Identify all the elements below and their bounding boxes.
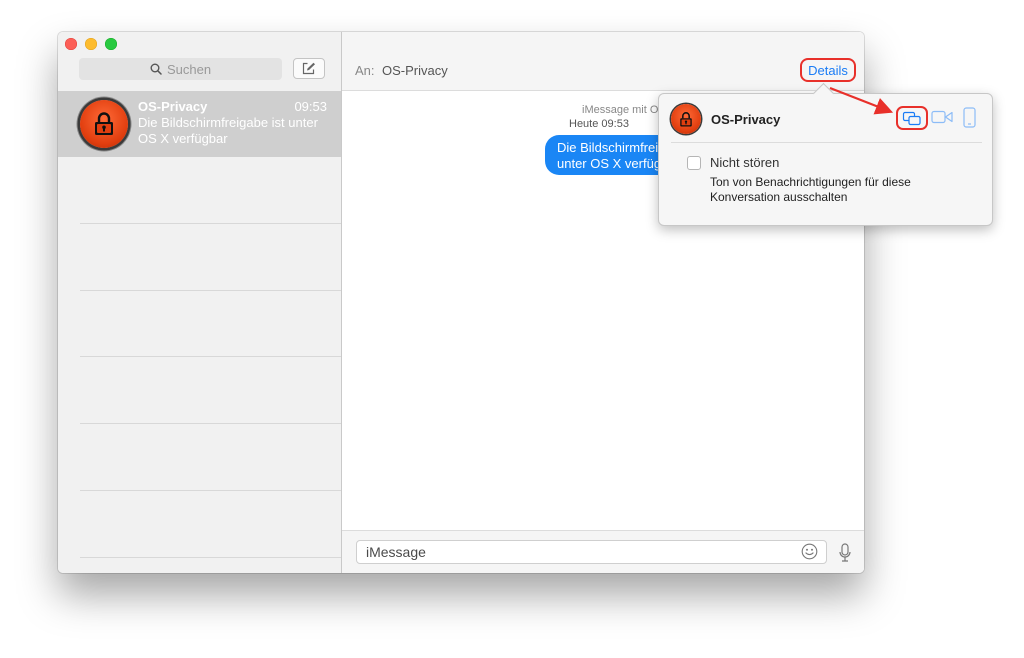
search-icon (150, 63, 162, 75)
to-label: An: (355, 63, 375, 78)
do-not-disturb-checkbox[interactable] (687, 156, 701, 170)
window-controls (65, 38, 117, 50)
message-input-placeholder: iMessage (366, 544, 426, 560)
conversation-name: OS-Privacy (138, 99, 208, 114)
compose-icon (302, 62, 315, 75)
conversation-item[interactable]: OS-Privacy 09:53 Die Bildschirmfreigabe … (58, 91, 341, 157)
emoji-icon[interactable] (801, 543, 818, 560)
list-separator (80, 290, 341, 291)
message-input[interactable]: iMessage (356, 540, 827, 564)
recipient-field[interactable]: OS-Privacy (382, 63, 448, 78)
conversation-header: An: OS-Privacy Details (342, 32, 864, 91)
popover-separator (671, 142, 982, 143)
conversation-preview: Die Bildschirmfreigabe ist unter OS X ve… (138, 115, 318, 146)
search-placeholder: Suchen (166, 61, 212, 77)
compose-bar: iMessage (342, 530, 864, 573)
list-separator (80, 223, 341, 224)
sidebar: Suchen OS-Privacy 09:53 Die Bildschirmfr… (58, 32, 342, 573)
zoom-window-button[interactable] (105, 38, 117, 50)
popover-contact-name: OS-Privacy (711, 112, 781, 127)
do-not-disturb-description: Ton von Benachrichtigungen für diese Kon… (710, 175, 911, 204)
contact-avatar (80, 100, 128, 148)
conversation-time: 09:53 (294, 99, 327, 114)
microphone-icon[interactable] (839, 543, 851, 563)
phone-icon[interactable] (963, 107, 976, 128)
details-button[interactable]: Details (800, 58, 856, 82)
lock-icon (680, 111, 692, 126)
list-separator (80, 356, 341, 357)
list-separator (80, 557, 341, 558)
search-field[interactable]: Suchen (79, 58, 282, 80)
screen-share-icon (902, 111, 921, 125)
do-not-disturb-label: Nicht stören (710, 155, 780, 170)
popover-avatar (671, 104, 701, 134)
close-window-button[interactable] (65, 38, 77, 50)
list-separator (80, 423, 341, 424)
message-timestamp: Heute 09:53 (569, 118, 629, 130)
lock-icon (95, 112, 113, 135)
details-popover: OS-Privacy Nicht stören Ton von Benachri… (658, 82, 993, 226)
video-camera-icon[interactable] (931, 110, 953, 124)
list-separator (80, 490, 341, 491)
compose-button[interactable] (293, 58, 325, 79)
screen-share-button[interactable] (896, 106, 928, 130)
minimize-window-button[interactable] (85, 38, 97, 50)
